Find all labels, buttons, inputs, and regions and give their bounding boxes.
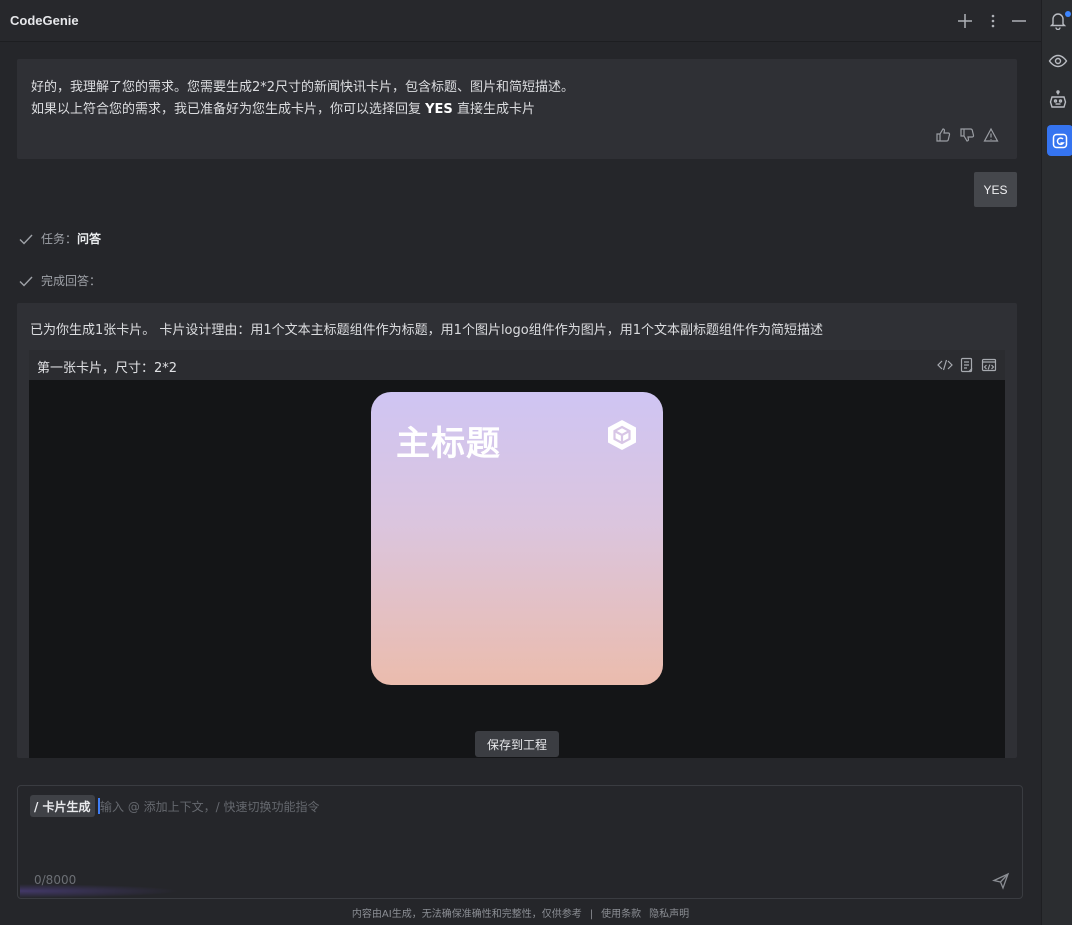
ai-message: 好的，我理解了您的需求。您需要生成2*2尺寸的新闻快讯卡片，包含标题、图片和简短… (17, 59, 1017, 159)
command-tag[interactable]: / 卡片生成 (30, 795, 95, 817)
ai-message-line-2-prefix: 如果以上符合您的需求，我已准备好为您生成卡片，你可以选择回复 (31, 102, 426, 117)
send-icon[interactable] (992, 872, 1010, 890)
codegenie-tab[interactable] (1047, 125, 1072, 156)
codegenie-icon (1052, 133, 1068, 148)
minimize-icon[interactable] (1009, 11, 1029, 31)
plus-icon[interactable] (955, 11, 975, 31)
eye-icon[interactable] (1048, 51, 1070, 73)
code-icon[interactable] (937, 357, 953, 373)
card-header: 第一张卡片，尺寸：2*2 (29, 350, 1005, 380)
notification-dot (1065, 11, 1071, 17)
ai-message-line-2-suffix: 直接生成卡片 (452, 102, 535, 117)
copy-doc-icon[interactable] (959, 357, 975, 373)
footer-separator: | (589, 909, 594, 920)
app-title: CodeGenie (10, 13, 79, 28)
right-tool-rail (1041, 0, 1072, 925)
thumbs-down-icon[interactable] (959, 127, 975, 143)
cube-logo-icon (608, 420, 636, 450)
input-glow (20, 884, 180, 898)
status-task-value: 问答 (77, 232, 102, 246)
footer-disclaimer: 内容由AI生成，无法确保准确性和完整性，仅供参考 (351, 909, 582, 920)
card-main-title: 主标题 (396, 424, 501, 464)
check-icon (19, 234, 33, 245)
preview-code-icon[interactable] (981, 357, 997, 373)
main-panel: CodeGenie 好的，我理解了您的需求。您需要生成2*2尺寸的新闻快讯卡片，… (0, 0, 1041, 925)
status-complete: 完成回答： (18, 272, 101, 289)
status-task-label: 任务： (41, 232, 78, 246)
privacy-link[interactable]: 隐私声明 (649, 909, 689, 920)
result-message: 已为你生成1张卡片。 卡片设计理由：用1个文本主标题组件作为标题，用1个图片lo… (17, 303, 1017, 758)
save-to-project-button[interactable]: 保存到工程 (475, 731, 559, 757)
terms-link[interactable]: 使用条款 (601, 909, 641, 920)
chat-input-box[interactable]: / 卡片生成 输入 @ 添加上下文，/ 快速切换功能指令 0/8000 (17, 785, 1023, 899)
title-bar: CodeGenie (0, 0, 1041, 42)
footer: 内容由AI生成，无法确保准确性和完整性，仅供参考 | 使用条款 隐私声明 (0, 905, 1041, 920)
ai-message-line-2: 如果以上符合您的需求，我已准备好为您生成卡片，你可以选择回复 YES 直接生成卡… (31, 98, 535, 117)
status-complete-label: 完成回答： (41, 274, 102, 288)
warning-icon[interactable] (983, 127, 999, 143)
card-preview-panel: 第一张卡片，尺寸：2*2 主标题 (29, 350, 1005, 758)
ai-message-line-1: 好的，我理解了您的需求。您需要生成2*2尺寸的新闻快讯卡片，包含标题、图片和简短… (31, 80, 575, 95)
result-text: 已为你生成1张卡片。 卡片设计理由：用1个文本主标题组件作为标题，用1个图片lo… (30, 323, 823, 338)
thumbs-up-icon[interactable] (935, 127, 951, 143)
user-message-yes: YES (974, 172, 1017, 207)
generated-card-preview: 主标题 (371, 392, 663, 685)
card-header-icons (937, 357, 997, 373)
status-task: 任务： 问答 (18, 230, 101, 247)
feedback-icons (935, 127, 999, 143)
robot-icon[interactable] (1048, 90, 1070, 112)
more-vertical-icon[interactable] (983, 11, 1003, 31)
ai-message-line-2-bold: YES (425, 102, 453, 117)
chat-input-placeholder[interactable]: 输入 @ 添加上下文，/ 快速切换功能指令 (100, 798, 320, 815)
check-icon (19, 276, 33, 287)
card-header-title: 第一张卡片，尺寸：2*2 (37, 361, 178, 376)
